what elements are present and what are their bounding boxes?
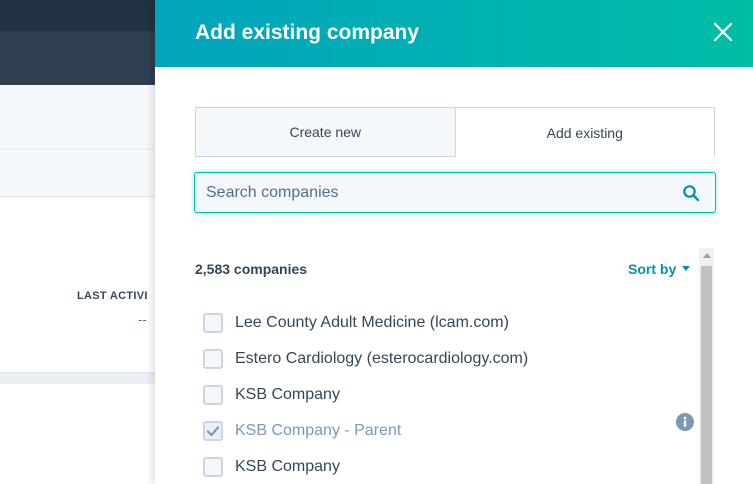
last-activity-column-header: LAST ACTIVI [77,290,148,302]
checkmark-icon [206,426,220,437]
mode-tabs: Create new Add existing [195,107,715,157]
checkbox[interactable] [203,385,223,405]
company-label: Lee County Adult Medicine (lcam.com) [235,314,509,331]
checkbox[interactable] [203,349,223,369]
search-box [194,172,716,213]
panel-title: Add existing company [195,21,420,44]
tab-add-existing[interactable]: Add existing [455,107,715,157]
last-activity-value: -- [138,312,147,327]
list-item[interactable]: Estero Cardiology (esterocardiology.com) [203,344,528,374]
list-item[interactable]: Lee County Adult Medicine (lcam.com) [203,308,509,338]
company-label: KSB Company [235,458,340,475]
list-scrollbar[interactable] [699,248,714,484]
search-input[interactable] [196,174,676,211]
sort-by-label: Sort by [628,261,677,277]
scroll-thumb[interactable] [701,266,712,484]
checkbox[interactable] [203,313,223,333]
company-label: KSB Company - Parent [235,422,402,439]
results-count: 2,583 companies [195,261,308,277]
company-label: Estero Cardiology (esterocardiology.com) [235,350,529,367]
info-icon[interactable] [676,413,694,431]
checkbox[interactable] [203,457,223,477]
checkbox-checked [203,421,223,441]
scroll-up-arrow-icon[interactable] [703,253,711,258]
search-icon[interactable] [682,184,700,202]
add-company-panel: Add existing company Create new Add exis… [155,0,753,484]
list-item[interactable]: KSB Company [203,452,340,482]
sort-by-dropdown[interactable]: Sort by [628,261,691,277]
company-label: KSB Company [235,386,340,403]
list-item: KSB Company - Parent [203,416,401,446]
caret-down-icon [682,265,691,271]
panel-header: Add existing company [155,0,753,67]
tab-create-new[interactable]: Create new [195,107,456,157]
list-item[interactable]: KSB Company [203,380,340,410]
close-icon[interactable] [710,19,736,45]
